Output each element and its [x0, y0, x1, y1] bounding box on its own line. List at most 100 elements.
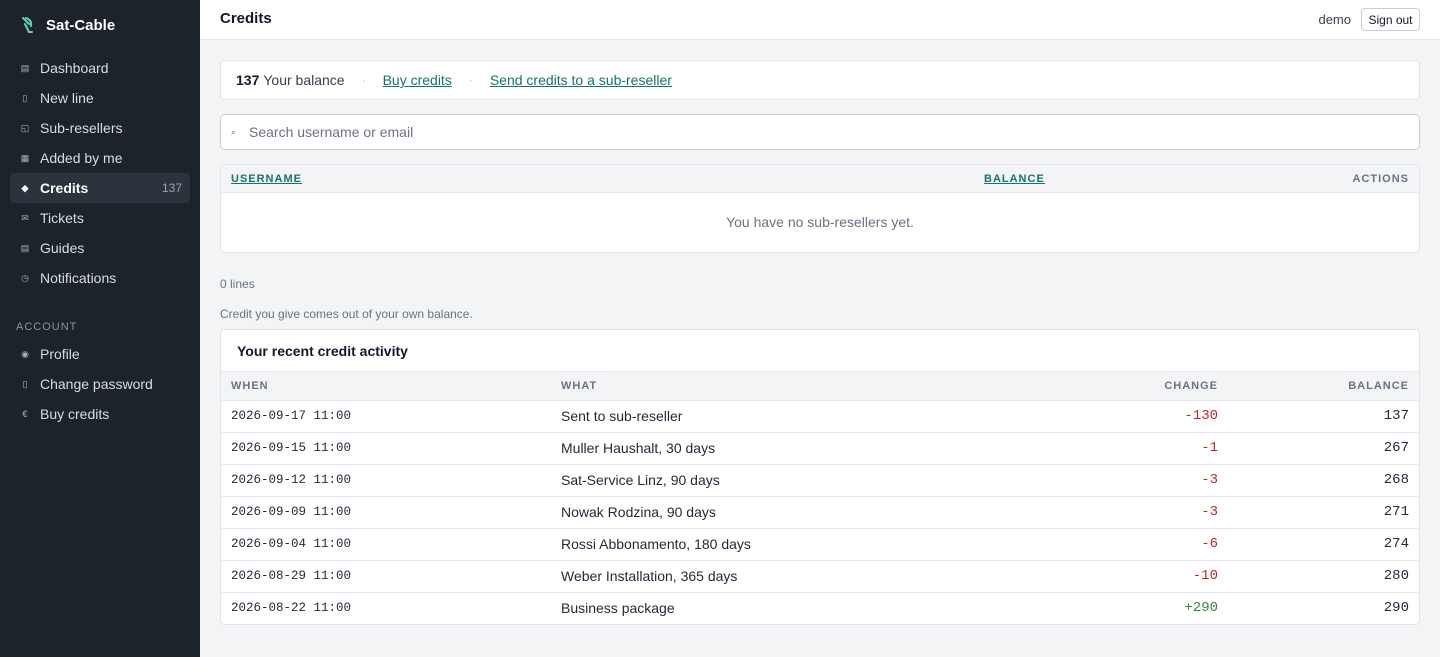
- sidebar-item-label: Notifications: [40, 270, 117, 286]
- buy-credits-icon: €: [22, 409, 28, 419]
- activity-what: Business package: [561, 600, 675, 617]
- activity-when: 2026-09-17 11:00: [221, 400, 561, 433]
- sign-out-button[interactable]: Sign out: [1361, 8, 1420, 31]
- balance-card: 137 Your balance · Buy credits · Send cr…: [220, 60, 1420, 100]
- sidebar-item-notifications[interactable]: ◷ Notifications: [10, 263, 190, 293]
- when-header: WHEN: [221, 372, 561, 401]
- lines-count: 0 lines: [220, 277, 255, 291]
- activity-balance: 290: [1383, 600, 1409, 617]
- sidebar-item-label: Sub-resellers: [40, 120, 123, 136]
- sidebar-item-profile[interactable]: ◉ Profile: [10, 339, 190, 369]
- top-bar: Credits demo Sign out: [200, 0, 1440, 40]
- sidebar-item-sub-resellers[interactable]: ◱ Sub-resellers: [10, 113, 190, 143]
- credit-note: Credit you give comes out of your own ba…: [220, 307, 473, 321]
- sidebar-item-label: Buy credits: [40, 406, 110, 422]
- sidebar-item-label: Change password: [40, 376, 153, 392]
- search-box[interactable]: ⌕: [220, 114, 1420, 150]
- activity-change: -130: [1101, 400, 1218, 433]
- activity-change: +290: [1184, 600, 1218, 617]
- activity-what: Rossi Abbonamento, 180 days: [561, 528, 1101, 561]
- added-by-me-icon: ▦: [20, 152, 30, 163]
- main-content: 137 Your balance · Buy credits · Send cr…: [220, 60, 1420, 625]
- current-user: demo: [1318, 12, 1351, 27]
- empty-state-message: You have no sub-resellers yet.: [726, 214, 914, 230]
- actions-header: ACTIONS: [1352, 173, 1409, 185]
- activity-what: Weber Installation, 365 days: [561, 560, 1101, 593]
- notifications-icon: ◷: [21, 272, 29, 283]
- activity-change: -10: [1101, 560, 1218, 593]
- sidebar-item-label: Profile: [40, 346, 80, 362]
- activity-change: -1: [1101, 432, 1218, 465]
- dashboard-icon: ▤: [20, 62, 30, 73]
- sidebar-item-tickets[interactable]: ✉ Tickets: [10, 203, 190, 233]
- credits-badge: 137: [161, 181, 182, 195]
- sidebar-item-buy-credits[interactable]: € Buy credits: [10, 399, 190, 429]
- sidebar-item-change-password[interactable]: ▯ Change password: [10, 369, 190, 399]
- activity-when: 2026-09-15 11:00: [221, 432, 561, 465]
- new-line-icon: ▯: [22, 92, 28, 103]
- account-section-heading: ACCOUNT: [16, 321, 78, 333]
- activity-change: -3: [1101, 464, 1218, 497]
- search-icon: ⌕: [231, 126, 237, 137]
- activity-row: 2026-09-12 11:00 Sat-Service Linz, 90 day…: [221, 464, 1419, 497]
- activity-balance: 271: [1218, 496, 1419, 529]
- activity-change: -3: [1101, 496, 1218, 529]
- activity-when: 2026-09-04 11:00: [221, 528, 561, 561]
- page-title: Credits: [220, 10, 272, 27]
- sidebar-item-label: Dashboard: [40, 60, 109, 76]
- activity-row: 2026-09-09 11:00 Nowak Rodzina, 90 days -3…: [221, 496, 1419, 529]
- brand[interactable]: Sat-Cable: [0, 0, 200, 50]
- send-credits-link[interactable]: Send credits to a sub-reseller: [490, 72, 672, 88]
- guides-icon: ▤: [20, 242, 30, 253]
- sidebar: Sat-Cable ▤ Dashboard ▯ New line ◱ Sub-resell…: [0, 0, 200, 657]
- activity-when: 2026-08-29 11:00: [221, 560, 561, 593]
- change-password-icon: ▯: [22, 378, 28, 389]
- activity-what: Sent to sub-reseller: [561, 400, 1101, 433]
- activity-header-row: WHEN WHAT CHANGE BALANCE: [221, 372, 1419, 401]
- buy-credits-link[interactable]: Buy credits: [383, 72, 452, 88]
- activity-table: WHEN WHAT CHANGE BALANCE 2026-09-17 11:0…: [221, 372, 1419, 624]
- activity-row: 2026-09-04 11:00 Rossi Abbonamento, 180 d…: [221, 528, 1419, 561]
- credits-icon: ◆: [21, 182, 29, 193]
- activity-what: Nowak Rodzina, 90 days: [561, 496, 1101, 529]
- sidebar-item-label: New line: [40, 90, 94, 106]
- activity-row: 2026-09-15 11:00 Muller Haushalt, 30 days…: [221, 432, 1419, 465]
- balance-header: BALANCE: [1218, 372, 1419, 401]
- activity-row: 2026-08-22 11:00 Business package +290 290: [221, 592, 1419, 624]
- activity-balance: 137: [1218, 400, 1419, 433]
- sub-resellers-icon: ◱: [20, 122, 30, 133]
- sidebar-item-dashboard[interactable]: ▤ Dashboard: [10, 53, 190, 83]
- sidebar-item-guides[interactable]: ▤ Guides: [10, 233, 190, 263]
- table-header: USERNAME BALANCE ACTIONS: [221, 165, 1419, 193]
- sidebar-item-label: Added by me: [40, 150, 123, 166]
- activity-change: -6: [1101, 528, 1218, 561]
- sidebar-item-credits[interactable]: ◆ Credits 137: [10, 173, 190, 203]
- sort-username-link[interactable]: USERNAME: [231, 173, 302, 185]
- activity-when: 2026-08-22 11:00: [231, 601, 352, 616]
- sidebar-item-added-by-me[interactable]: ▦ Added by me: [10, 143, 190, 173]
- profile-icon: ◉: [21, 348, 29, 359]
- balance-amount: 137: [236, 72, 260, 88]
- sidebar-item-label: Credits: [40, 180, 89, 196]
- activity-row: 2026-09-17 11:00 Sent to sub-reseller -130…: [221, 400, 1419, 433]
- activity-what: Sat-Service Linz, 90 days: [561, 464, 1101, 497]
- change-header: CHANGE: [1101, 372, 1218, 401]
- tickets-icon: ✉: [21, 212, 29, 223]
- activity-balance: 274: [1218, 528, 1419, 561]
- sidebar-account-nav: ◉ Profile ▯ Change password € Buy credits: [0, 339, 200, 429]
- sub-resellers-table: USERNAME BALANCE ACTIONS You have no sub…: [220, 164, 1420, 253]
- search-input[interactable]: [249, 124, 1349, 140]
- activity-title: Your recent credit activity: [221, 330, 1419, 372]
- sidebar-item-label: Guides: [40, 240, 85, 256]
- satellite-dish-icon: [20, 17, 34, 33]
- sort-balance-link[interactable]: BALANCE: [984, 173, 1045, 185]
- activity-balance: 280: [1218, 560, 1419, 593]
- activity-balance: 268: [1218, 464, 1419, 497]
- app-name: Sat-Cable: [46, 16, 116, 34]
- activity-when: 2026-09-09 11:00: [221, 496, 561, 529]
- sidebar-item-new-line[interactable]: ▯ New line: [10, 83, 190, 113]
- activity-balance: 267: [1218, 432, 1419, 465]
- credit-activity-panel: Your recent credit activity WHEN WHAT CH…: [220, 329, 1420, 625]
- balance-label: Your balance: [263, 72, 345, 88]
- what-header: WHAT: [561, 372, 1101, 401]
